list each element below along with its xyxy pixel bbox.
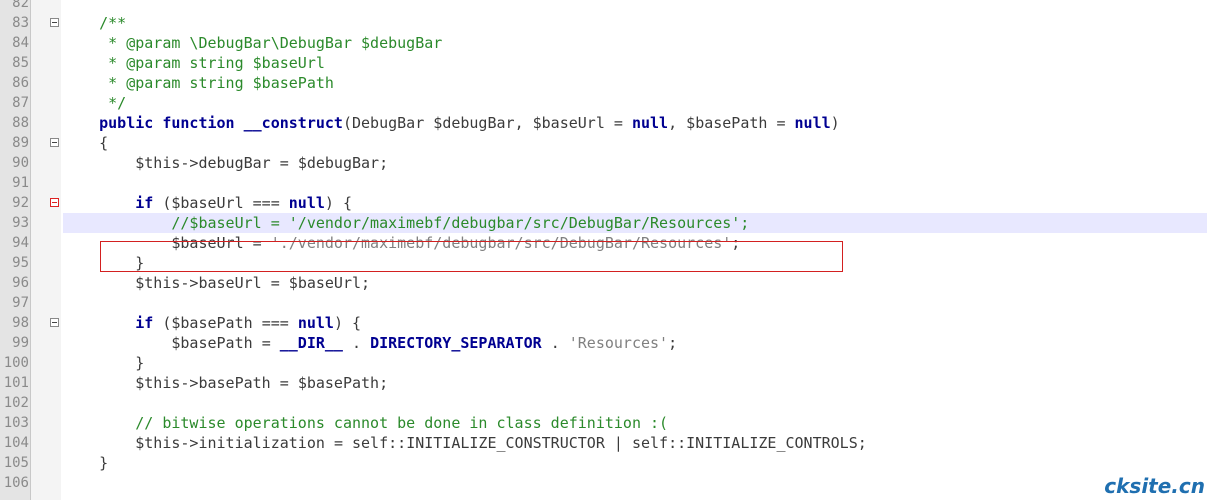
code-line[interactable]: 99 $basePath = __DIR__ . DIRECTORY_SEPAR… xyxy=(0,333,1207,353)
code-text: public function __construct(DebugBar $de… xyxy=(99,114,840,132)
code-line[interactable]: 105 } xyxy=(0,453,1207,473)
line-number: 85 xyxy=(12,55,29,71)
code-line[interactable]: 86 * @param string $basePath xyxy=(0,73,1207,93)
line-number: 86 xyxy=(12,75,29,91)
code-line[interactable]: 100 } xyxy=(0,353,1207,373)
line-number: 90 xyxy=(12,155,29,171)
code-text: $this->initialization = self::INITIALIZE… xyxy=(135,434,867,452)
code-text: $basePath = __DIR__ . DIRECTORY_SEPARATO… xyxy=(171,334,678,352)
code-line[interactable]: 92 if ($baseUrl === null) { xyxy=(0,193,1207,213)
line-number: 94 xyxy=(12,235,29,251)
line-number: 89 xyxy=(12,135,29,151)
fold-toggle-icon[interactable] xyxy=(50,138,59,147)
code-line[interactable]: 101 $this->basePath = $basePath; xyxy=(0,373,1207,393)
line-number: 87 xyxy=(12,95,29,111)
line-number: 99 xyxy=(12,335,29,351)
line-number: 100 xyxy=(3,355,29,371)
line-number: 96 xyxy=(12,275,29,291)
code-line[interactable]: 82 xyxy=(0,0,1207,13)
line-number: 105 xyxy=(3,455,29,471)
fold-toggle-icon[interactable] xyxy=(50,18,59,27)
code-line[interactable]: 88 public function __construct(DebugBar … xyxy=(0,113,1207,133)
code-line[interactable]: 98 if ($basePath === null) { xyxy=(0,313,1207,333)
code-line[interactable]: 103 // bitwise operations cannot be done… xyxy=(0,413,1207,433)
code-text: } xyxy=(99,454,109,472)
code-text: //$baseUrl = '/vendor/maximebf/debugbar/… xyxy=(63,214,750,232)
line-number: 103 xyxy=(3,415,29,431)
line-number: 83 xyxy=(12,15,29,31)
code-line[interactable]: 90 $this->debugBar = $debugBar; xyxy=(0,153,1207,173)
line-number: 98 xyxy=(12,315,29,331)
line-number: 84 xyxy=(12,35,29,51)
line-number: 97 xyxy=(12,295,29,311)
code-line[interactable]: 91 xyxy=(0,173,1207,193)
code-text: $this->debugBar = $debugBar; xyxy=(135,154,389,172)
code-line[interactable]: 93 //$baseUrl = '/vendor/maximebf/debugb… xyxy=(0,213,1207,233)
code-text: */ xyxy=(63,94,127,112)
code-text: $this->basePath = $basePath; xyxy=(135,374,389,392)
code-text: $this->baseUrl = $baseUrl; xyxy=(135,274,371,292)
code-text: * @param string $baseUrl xyxy=(63,54,325,72)
code-editor[interactable]: 82 83 /** 84 * @param \DebugBar\DebugBar $… xyxy=(0,0,1207,500)
code-line[interactable]: 84 * @param \DebugBar\DebugBar $debugBar xyxy=(0,33,1207,53)
code-line[interactable]: 96 $this->baseUrl = $baseUrl; xyxy=(0,273,1207,293)
code-line[interactable]: 87 */ xyxy=(0,93,1207,113)
code-line[interactable]: 89 { xyxy=(0,133,1207,153)
code-line[interactable]: 97 xyxy=(0,293,1207,313)
code-line[interactable]: 104 $this->initialization = self::INITIA… xyxy=(0,433,1207,453)
code-text: // bitwise operations cannot be done in … xyxy=(63,414,669,432)
code-line[interactable]: 83 /** xyxy=(0,13,1207,33)
code-text: { xyxy=(99,134,109,152)
watermark: cksite.cn xyxy=(1104,474,1205,498)
line-number: 104 xyxy=(3,435,29,451)
line-number: 93 xyxy=(12,215,29,231)
code-line[interactable]: 106 xyxy=(0,473,1207,493)
line-number: 82 xyxy=(12,0,29,11)
line-number: 102 xyxy=(3,395,29,411)
code-text: * @param string $basePath xyxy=(63,74,334,92)
code-text: if ($basePath === null) { xyxy=(135,314,362,332)
annotation-highlight-box xyxy=(100,241,843,272)
code-line[interactable]: 85 * @param string $baseUrl xyxy=(0,53,1207,73)
line-number: 91 xyxy=(12,175,29,191)
code-text: * @param \DebugBar\DebugBar $debugBar xyxy=(63,34,443,52)
fold-toggle-icon[interactable] xyxy=(50,198,59,207)
line-number: 95 xyxy=(12,255,29,271)
code-line[interactable]: 102 xyxy=(0,393,1207,413)
code-text: if ($baseUrl === null) { xyxy=(135,194,352,212)
code-text: /** xyxy=(63,14,127,32)
line-number: 101 xyxy=(3,375,29,391)
code-text: } xyxy=(135,354,145,372)
line-number: 88 xyxy=(12,115,29,131)
line-number: 92 xyxy=(12,195,29,211)
fold-toggle-icon[interactable] xyxy=(50,318,59,327)
line-number: 106 xyxy=(3,475,29,491)
